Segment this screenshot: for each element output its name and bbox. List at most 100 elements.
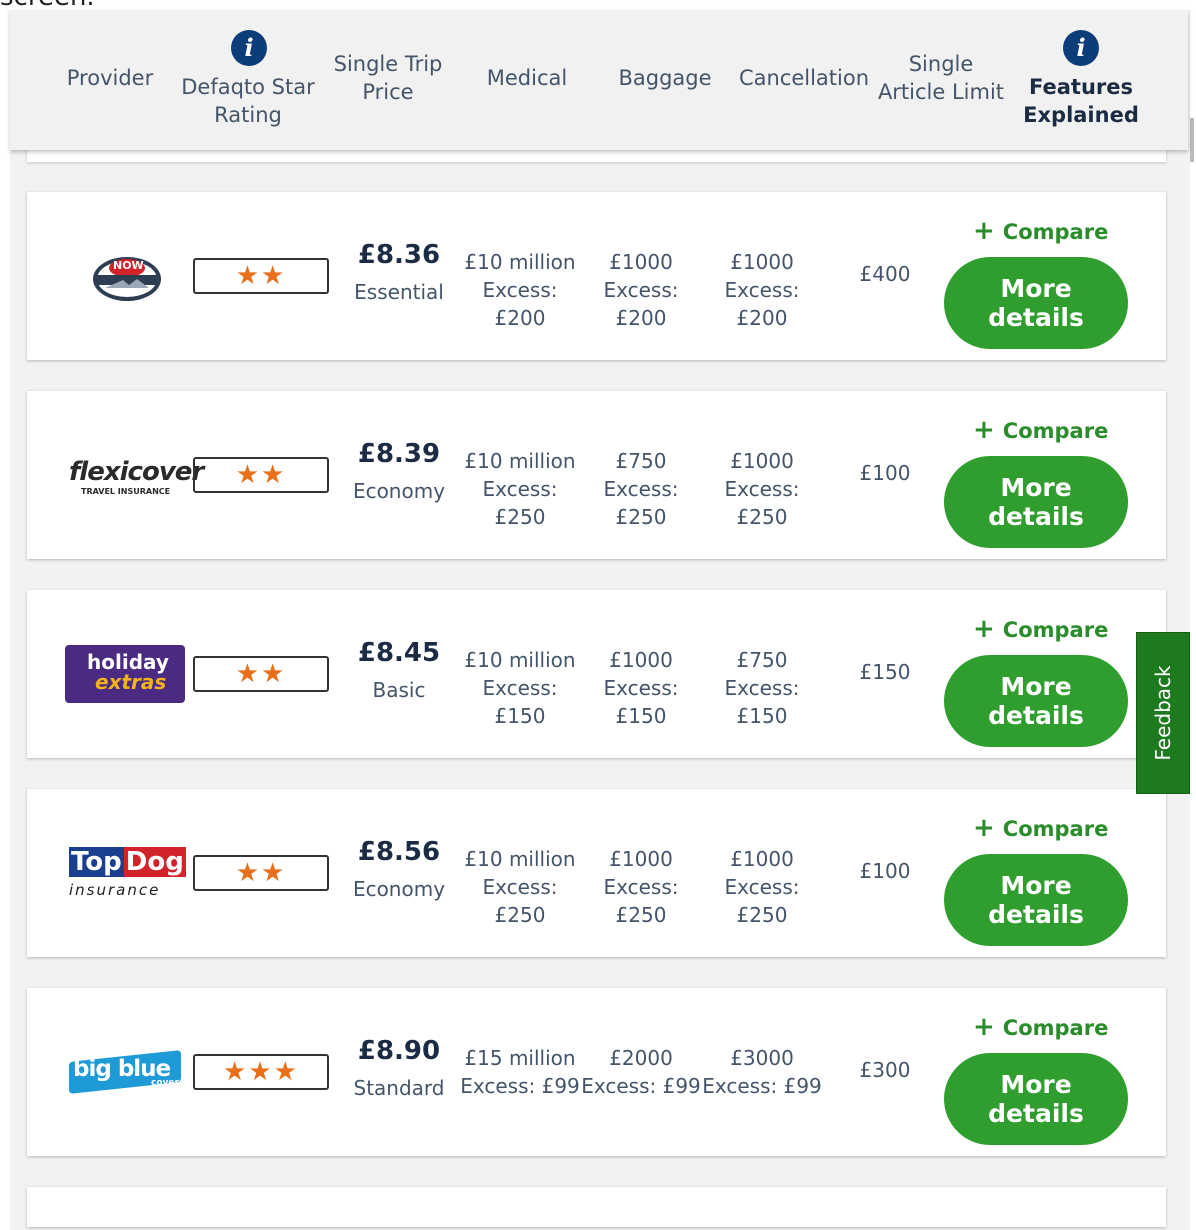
logo-subtext: TRAVEL INSURANCE [81, 487, 171, 496]
medical-excess: Excess: £99 [460, 1074, 580, 1098]
info-icon[interactable]: i [231, 30, 267, 66]
quote-card: holiday extras ★★ £8.45 Basic £10 millio… [27, 590, 1166, 758]
single-article-limit: £100 [859, 461, 911, 485]
plus-icon: + [973, 1012, 995, 1042]
cancellation-amount: £3000 [730, 1046, 794, 1070]
header-cancellation: Cancellation [738, 66, 870, 90]
header-single-trip-price: Single Trip Price [333, 52, 443, 104]
single-article-limit: £400 [859, 262, 911, 286]
header-features-explained[interactable]: Features Explained [1020, 73, 1142, 129]
medical-excess: Excess: £200 [482, 278, 558, 330]
quote-card: big blue cover ★★★ £8.90 Standard £15 mi… [27, 988, 1166, 1156]
cancellation-amount: £1000 [730, 250, 794, 274]
more-details-button[interactable]: More details [944, 854, 1128, 946]
compare-label: Compare [1002, 1016, 1109, 1040]
more-details-button[interactable]: More details [944, 456, 1128, 548]
provider-logo-topdog: Top Dog insurance [65, 841, 186, 903]
baggage-cover: £2000 Excess: £99 [580, 1044, 702, 1100]
header-single-article-limit: Single Article Limit [877, 52, 1005, 104]
feedback-tab[interactable]: Feedback [1136, 632, 1190, 794]
baggage-excess: Excess: £250 [603, 875, 679, 927]
cancellation-amount: £750 [736, 648, 788, 672]
policy-tier: Standard [353, 1076, 445, 1100]
medical-cover: £10 million Excess: £200 [459, 248, 581, 332]
baggage-excess: Excess: £150 [603, 676, 679, 728]
cancellation-cover: £1000 Excess: £250 [701, 845, 823, 929]
scrollbar[interactable] [1190, 118, 1194, 162]
medical-cover: £10 million Excess: £250 [459, 845, 581, 929]
compare-label: Compare [1002, 220, 1109, 244]
medical-excess: Excess: £250 [482, 875, 558, 927]
header-provider: Provider [66, 66, 154, 90]
star-rating: ★★ [193, 258, 329, 294]
baggage-amount: £2000 [609, 1046, 673, 1070]
more-details-button[interactable]: More details [944, 257, 1128, 349]
quote-card: Top Dog insurance ★★ £8.56 Economy £10 mi… [27, 789, 1166, 957]
feedback-label: Feedback [1151, 665, 1175, 761]
compare-label: Compare [1002, 618, 1109, 642]
medical-amount: £10 million [464, 847, 576, 871]
policy-tier: Essential [354, 280, 444, 304]
header-medical: Medical [486, 66, 568, 90]
cancellation-cover: £3000 Excess: £99 [701, 1044, 823, 1100]
compare-toggle[interactable]: + Compare [973, 813, 1108, 843]
price: £8.36 [357, 240, 441, 270]
provider-logo-holiday-extras: holiday extras [65, 642, 185, 704]
compare-toggle[interactable]: + Compare [973, 1012, 1108, 1042]
provider-logo-flexicover: flexicover TRAVEL INSURANCE [65, 443, 204, 505]
cancellation-amount: £1000 [730, 449, 794, 473]
logo-text: NOW [113, 259, 144, 272]
price: £8.39 [357, 439, 441, 469]
baggage-excess: Excess: £250 [603, 477, 679, 529]
medical-cover: £15 million Excess: £99 [459, 1044, 581, 1100]
baggage-cover: £1000 Excess: £250 [580, 845, 702, 929]
single-article-limit: £150 [859, 660, 911, 684]
logo-text: extras [95, 670, 167, 694]
plus-icon: + [973, 813, 995, 843]
medical-excess: Excess: £150 [482, 676, 558, 728]
baggage-cover: £1000 Excess: £150 [580, 646, 702, 730]
cancellation-excess: Excess: £150 [724, 676, 800, 728]
cancellation-excess: Excess: £250 [724, 477, 800, 529]
results-table-header: Provider i Defaqto Star Rating Single Tr… [10, 10, 1188, 150]
baggage-amount: £1000 [609, 250, 673, 274]
logo-subtext: insurance [69, 881, 161, 899]
baggage-amount: £1000 [609, 847, 673, 871]
info-icon[interactable]: i [1063, 30, 1099, 66]
baggage-amount: £750 [615, 449, 667, 473]
compare-toggle[interactable]: + Compare [973, 216, 1108, 246]
quote-card-partial [27, 1187, 1166, 1227]
cancellation-excess: Excess: £200 [724, 278, 800, 330]
medical-cover: £10 million Excess: £150 [459, 646, 581, 730]
star-rating: ★★ [193, 457, 329, 493]
cancellation-cover: £1000 Excess: £200 [701, 248, 823, 332]
cancellation-excess: Excess: £99 [702, 1074, 822, 1098]
cancellation-cover: £1000 Excess: £250 [701, 447, 823, 531]
medical-amount: £10 million [464, 648, 576, 672]
compare-toggle[interactable]: + Compare [973, 415, 1108, 445]
plus-icon: + [973, 216, 995, 246]
header-baggage: Baggage [618, 66, 712, 90]
more-details-button[interactable]: More details [944, 655, 1128, 747]
baggage-excess: Excess: £99 [581, 1074, 701, 1098]
baggage-cover: £750 Excess: £250 [580, 447, 702, 531]
policy-tier: Economy [352, 479, 446, 503]
logo-wordmark: Top Dog [69, 845, 186, 879]
logo-text: flexicover [69, 457, 204, 487]
provider-logo-big-blue-cover: big blue cover [65, 1040, 185, 1102]
logo-text: Top [69, 847, 124, 877]
price: £8.45 [357, 638, 441, 668]
compare-toggle[interactable]: + Compare [973, 614, 1108, 644]
star-rating: ★★★ [193, 1054, 329, 1090]
more-details-button[interactable]: More details [944, 1053, 1128, 1145]
compare-label: Compare [1002, 817, 1109, 841]
star-rating: ★★ [193, 656, 329, 692]
plus-icon: + [973, 614, 995, 644]
medical-amount: £15 million [464, 1046, 576, 1070]
baggage-amount: £1000 [609, 648, 673, 672]
baggage-excess: Excess: £200 [603, 278, 679, 330]
quote-card: NOW ★★ £8.36 Essential £10 million Exces… [27, 192, 1166, 360]
price: £8.56 [357, 837, 441, 867]
medical-cover: £10 million Excess: £250 [459, 447, 581, 531]
single-article-limit: £300 [859, 1058, 911, 1082]
